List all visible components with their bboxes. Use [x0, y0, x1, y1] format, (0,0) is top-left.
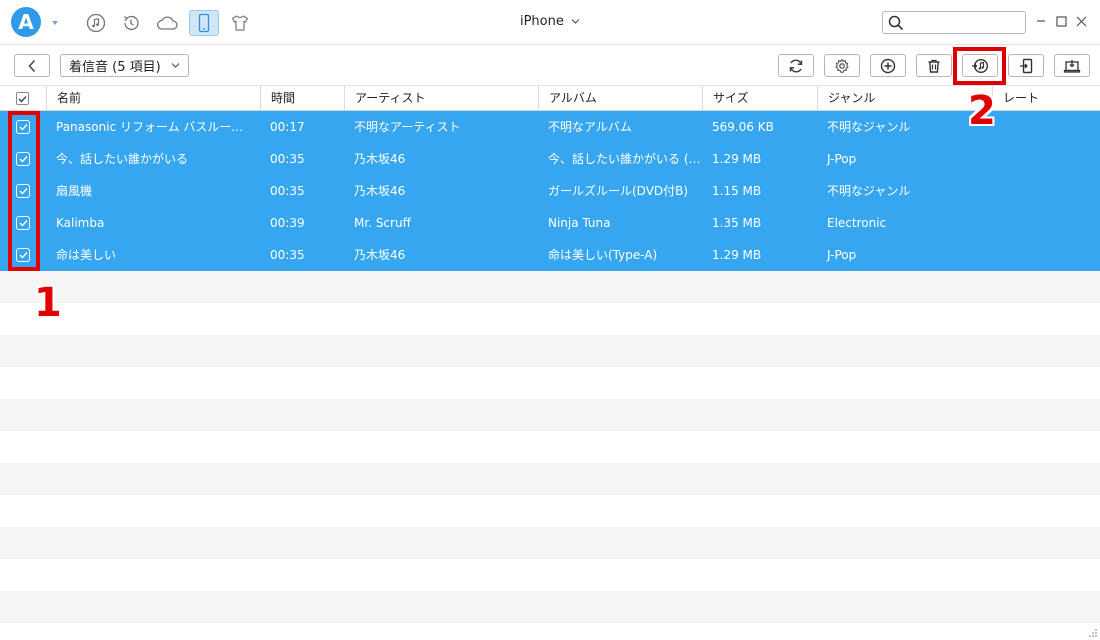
table-header: 名前 時間 アーティスト アルバム サイズ ジャンル レート: [0, 86, 1100, 111]
cell-genre: J-Pop: [827, 248, 857, 262]
cell-time: 00:35: [270, 152, 305, 166]
minimize-button[interactable]: [1034, 14, 1048, 28]
column-header-name[interactable]: 名前: [46, 86, 260, 111]
category-label: 着信音 (5 項目): [69, 60, 161, 75]
column-header-album[interactable]: アルバム: [538, 86, 702, 111]
add-button[interactable]: [870, 54, 906, 77]
search-icon: [888, 15, 904, 31]
cell-genre: J-Pop: [827, 152, 857, 166]
empty-row: [0, 559, 1100, 591]
cell-artist: 乃木坂46: [354, 248, 406, 262]
cell-album: ガールズルール(DVD付B): [548, 184, 689, 198]
phone-icon[interactable]: [189, 10, 219, 36]
cell-size: 1.29 MB: [712, 152, 762, 166]
chevron-down-icon: [171, 63, 180, 68]
empty-row: [0, 431, 1100, 463]
cell-name: 今、話したい誰かがいる: [56, 152, 189, 166]
to-computer-button[interactable]: [1054, 54, 1090, 77]
refresh-button[interactable]: [778, 54, 814, 77]
annotation-step-1: 1: [34, 280, 62, 326]
trash-icon: [928, 59, 940, 73]
table-row[interactable]: 扇風機 00:35 乃木坂46 ガールズルール(DVD付B) 1.15 MB 不…: [0, 175, 1100, 207]
app-logo[interactable]: A: [11, 7, 41, 37]
close-button[interactable]: [1074, 14, 1088, 28]
category-dropdown[interactable]: 着信音 (5 項目): [60, 54, 189, 77]
empty-rows: [0, 271, 1100, 623]
column-header-rating[interactable]: レート: [992, 86, 1100, 111]
select-all-cell: [0, 86, 46, 111]
cell-size: 569.06 KB: [712, 120, 774, 134]
cell-name: Kalimba: [56, 216, 105, 230]
delete-button[interactable]: [916, 54, 952, 77]
tshirt-icon[interactable]: [227, 10, 253, 36]
empty-row: [0, 463, 1100, 495]
search-input[interactable]: [907, 14, 1021, 31]
settings-icon: [835, 58, 849, 73]
cell-album: 命は美しい(Type-A): [548, 248, 658, 262]
cell-name: 扇風機: [56, 184, 93, 198]
export-to-device-button[interactable]: [1008, 54, 1044, 77]
column-header-time[interactable]: 時間: [260, 86, 344, 111]
empty-row: [0, 303, 1100, 335]
cell-time: 00:39: [270, 216, 305, 230]
cell-album: Ninja Tuna: [548, 216, 611, 230]
empty-row: [0, 271, 1100, 303]
column-header-size[interactable]: サイズ: [702, 86, 817, 111]
annotation-box-to-itunes: [953, 47, 1006, 85]
chevron-left-icon: [28, 59, 36, 72]
empty-row: [0, 399, 1100, 431]
empty-row: [0, 495, 1100, 527]
annotation-box-checkboxes: [8, 111, 40, 271]
cell-size: 1.29 MB: [712, 248, 762, 262]
device-title[interactable]: iPhone: [520, 14, 564, 29]
cell-artist: Mr. Scruff: [354, 216, 411, 230]
cell-album: 今、話したい誰かがいる (Sp...: [548, 152, 702, 166]
cell-size: 1.35 MB: [712, 216, 762, 230]
logo-letter: A: [18, 10, 34, 34]
column-header-artist[interactable]: アーティスト: [344, 86, 538, 111]
cell-artist: 乃木坂46: [354, 152, 406, 166]
empty-row: [0, 527, 1100, 559]
checkmark-icon: [18, 95, 27, 102]
cell-album: 不明なアルバム: [548, 120, 632, 134]
to-computer-icon: [1063, 59, 1081, 73]
cell-name: 命は美しい: [56, 248, 117, 262]
annotation-step-2: 2: [968, 88, 996, 134]
add-icon: [880, 58, 896, 73]
empty-row: [0, 367, 1100, 399]
settings-button[interactable]: [824, 54, 860, 77]
cell-genre: 不明なジャンル: [827, 120, 911, 134]
cell-artist: 乃木坂46: [354, 184, 406, 198]
cell-genre: Electronic: [827, 216, 887, 230]
table-row[interactable]: Kalimba 00:39 Mr. Scruff Ninja Tuna 1.35…: [0, 207, 1100, 239]
cell-time: 00:35: [270, 184, 305, 198]
empty-row: [0, 591, 1100, 623]
maximize-button[interactable]: [1054, 14, 1068, 28]
title-bar: A iPhone: [0, 0, 1100, 45]
export-to-device-icon: [1020, 58, 1033, 73]
cell-name: Panasonic リフォーム バスルーム編 C...: [56, 120, 246, 134]
chevron-down-icon[interactable]: [571, 18, 580, 25]
cell-artist: 不明なアーティスト: [354, 120, 461, 134]
back-button[interactable]: [14, 54, 50, 77]
column-header-genre[interactable]: ジャンル: [817, 86, 992, 111]
cell-time: 00:17: [270, 120, 305, 134]
music-note-icon[interactable]: [83, 10, 109, 36]
table-row[interactable]: 今、話したい誰かがいる 00:35 乃木坂46 今、話したい誰かがいる (Sp.…: [0, 143, 1100, 175]
cell-size: 1.15 MB: [712, 184, 762, 198]
select-all-checkbox[interactable]: [16, 92, 29, 105]
cloud-icon[interactable]: [154, 10, 180, 36]
table-row[interactable]: Panasonic リフォーム バスルーム編 C... 00:17 不明なアーテ…: [0, 111, 1100, 143]
refresh-icon: [789, 58, 803, 73]
resize-grip-icon[interactable]: [1088, 628, 1098, 638]
cell-genre: 不明なジャンル: [827, 184, 911, 198]
history-icon[interactable]: [118, 10, 144, 36]
toolbar: 着信音 (5 項目): [0, 46, 1100, 86]
chevron-down-icon[interactable]: [50, 18, 60, 28]
cell-time: 00:35: [270, 248, 305, 262]
track-list: Panasonic リフォーム バスルーム編 C... 00:17 不明なアーテ…: [0, 111, 1100, 271]
empty-row: [0, 335, 1100, 367]
table-row[interactable]: 命は美しい 00:35 乃木坂46 命は美しい(Type-A) 1.29 MB …: [0, 239, 1100, 271]
search-box[interactable]: [882, 11, 1026, 34]
